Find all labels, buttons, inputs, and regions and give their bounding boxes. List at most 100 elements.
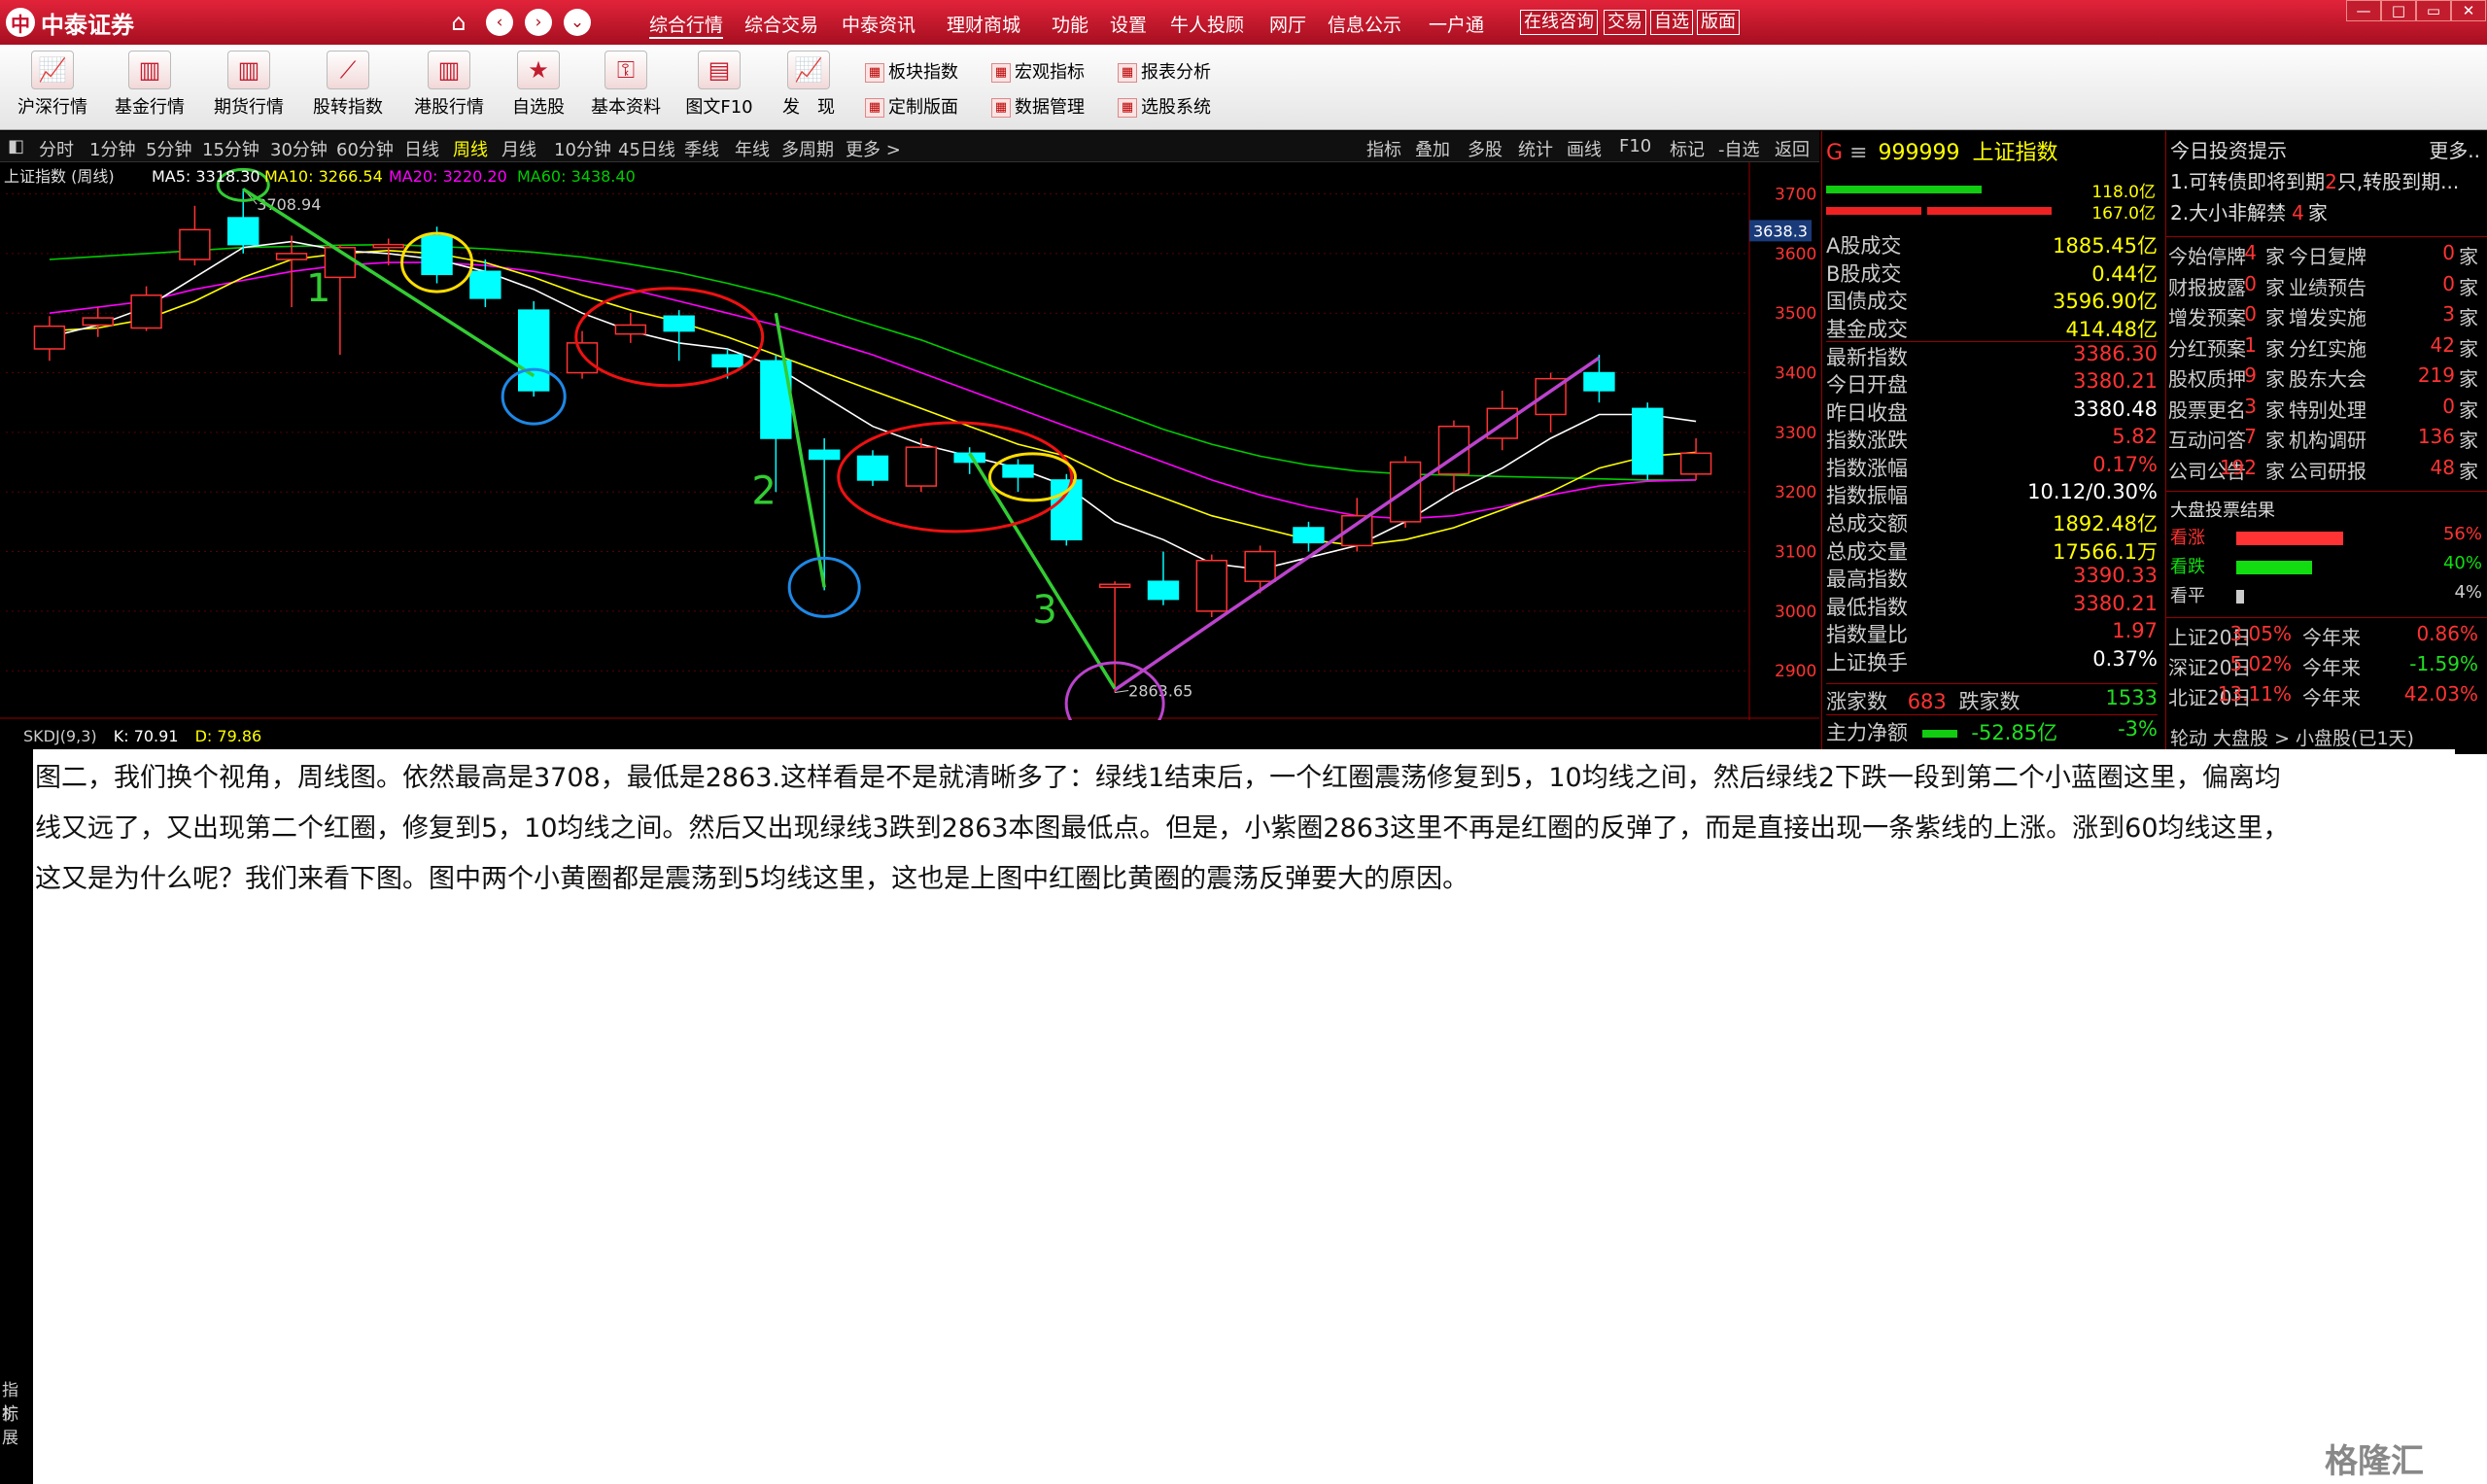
restore-icon[interactable]: □	[2381, 0, 2416, 21]
candle[interactable]	[663, 310, 695, 362]
top-button[interactable]: 版面	[1697, 10, 1740, 35]
chart-tool-button[interactable]: -自选	[1718, 136, 1760, 161]
toolbar-small-button[interactable]: ▦ 板块指数	[865, 58, 958, 84]
candle[interactable]	[1486, 390, 1518, 451]
menu-item[interactable]: 功能	[1052, 11, 1088, 37]
period-tab[interactable]: 45日线	[618, 136, 675, 161]
menu-item[interactable]: 中泰资讯	[842, 11, 915, 37]
candle[interactable]	[614, 313, 647, 343]
toolbar-button[interactable]: ⟋ 股转指数	[307, 51, 389, 119]
panel-toggle-icon[interactable]: ◧	[8, 136, 24, 156]
period-tab[interactable]: 30分钟	[270, 136, 328, 161]
toolbar-button[interactable]: 📈 发 现	[768, 51, 849, 119]
toolbar-small-button[interactable]: ▦ 定制版面	[865, 93, 958, 119]
stat-row[interactable]: 分红预案 1 家分红实施 42 家	[2166, 333, 2482, 362]
forward-icon[interactable]: ›	[525, 9, 552, 36]
candle[interactable]	[82, 307, 114, 337]
candle-body	[1051, 479, 1083, 541]
stat-row[interactable]: 今始停牌 4 家今日复牌 0 家	[2166, 241, 2482, 270]
stat-row[interactable]: 增发预案 0 家增发实施 3 家	[2166, 302, 2482, 331]
toolbar-small-button[interactable]: ▦ 宏观指标	[991, 58, 1085, 84]
candle[interactable]	[1244, 545, 1276, 594]
menu-item[interactable]: 信息公示	[1328, 11, 1401, 37]
toolbar-button[interactable]: ▥ 期货行情	[208, 51, 290, 119]
toolbar-button[interactable]: ★ 自选股	[498, 51, 579, 119]
back-icon[interactable]: ‹	[486, 9, 513, 36]
period-tab[interactable]: 多周期	[781, 136, 834, 161]
period-tab[interactable]: 月线	[501, 136, 536, 161]
menu-item[interactable]: 网厅	[1269, 11, 1306, 37]
stat-row[interactable]: 股票更名 3 家特别处理 0 家	[2166, 395, 2482, 424]
more-link[interactable]: 更多..	[2429, 135, 2480, 163]
candle[interactable]	[33, 316, 66, 362]
toolbar-small-button[interactable]: ▦ 选股系统	[1118, 93, 1211, 119]
candle[interactable]	[1098, 581, 1131, 693]
chart-tool-button[interactable]: 统计	[1518, 136, 1553, 161]
brand-name: 中泰证券	[41, 11, 134, 39]
toolbar-button[interactable]: ▥ 基金行情	[109, 51, 190, 119]
toolbar-button[interactable]: ⚿ 基本资料	[585, 51, 667, 119]
period-tab[interactable]: 季线	[684, 136, 719, 161]
candle[interactable]	[1051, 473, 1083, 546]
toolbar-button[interactable]: ▥ 港股行情	[408, 51, 490, 119]
period-tab[interactable]: 1分钟	[89, 136, 135, 161]
minimize-icon[interactable]: —	[2346, 0, 2381, 21]
weekly-kline-chart[interactable]: 3700 3600 3500 3400 3300 3200 3100 3000 2900 3638…	[0, 162, 1819, 720]
period-tab[interactable]: 60分钟	[336, 136, 394, 161]
period-tab[interactable]: 更多 >	[846, 136, 901, 161]
candle[interactable]	[130, 286, 162, 331]
home-icon[interactable]: ⌂	[445, 9, 472, 36]
menu-item[interactable]: 牛人投顾	[1170, 11, 1244, 37]
top-button[interactable]: 自选	[1650, 10, 1693, 35]
candle[interactable]	[1195, 554, 1227, 617]
candle[interactable]	[1147, 551, 1180, 605]
candle[interactable]	[372, 238, 404, 266]
toolbar-button[interactable]: 📈 沪深行情	[12, 51, 93, 119]
period-tab[interactable]: 年线	[735, 136, 770, 161]
menu-item[interactable]: 设置	[1110, 11, 1147, 37]
candle[interactable]	[1535, 372, 1567, 432]
period-tab[interactable]: 分时	[39, 136, 74, 161]
top-button[interactable]: 在线咨询	[1520, 10, 1598, 35]
candle[interactable]	[1583, 355, 1615, 403]
stat-row[interactable]: 互动问答 7 家机构调研 136 家	[2166, 425, 2482, 454]
menu-item[interactable]: 理财商城	[947, 11, 1020, 37]
period-tab[interactable]: 日线	[404, 136, 439, 161]
toolbar-small-button[interactable]: ▦ 数据管理	[991, 93, 1085, 119]
toolbar-small-button[interactable]: ▦ 报表分析	[1118, 58, 1211, 84]
candle[interactable]	[179, 205, 211, 266]
chart-tool-button[interactable]: 多股	[1468, 136, 1503, 161]
tip-item[interactable]: 2.大小非解禁 4 家	[2170, 197, 2486, 226]
candle[interactable]	[1002, 459, 1034, 493]
candle[interactable]	[1293, 521, 1325, 552]
period-tab[interactable]: 15分钟	[202, 136, 259, 161]
maximize-icon[interactable]: ▭	[2416, 0, 2451, 21]
menu-item[interactable]: 综合交易	[744, 11, 818, 37]
menu-item[interactable]: 综合行情	[649, 11, 724, 39]
candle[interactable]	[1679, 438, 1712, 480]
close-icon[interactable]: ✕	[2451, 0, 2486, 21]
stat-row[interactable]: 公司公告 192 家公司研报 48 家	[2166, 456, 2482, 485]
dropdown-icon[interactable]: ⌄	[564, 9, 591, 36]
tip-item[interactable]: 1.可转债即将到期2只,转股到期...	[2170, 166, 2486, 195]
period-tab[interactable]: 5分钟	[146, 136, 191, 161]
chart-tool-button[interactable]: 返回	[1775, 136, 1810, 161]
candle[interactable]	[856, 450, 889, 487]
candle[interactable]	[518, 300, 550, 397]
stat-row[interactable]: 股权质押 9 家股东大会 219 家	[2166, 363, 2482, 393]
period-tab[interactable]: 10分钟	[554, 136, 611, 161]
chart-tool-button[interactable]: 画线	[1567, 136, 1602, 161]
period-tab[interactable]: 周线	[453, 136, 488, 161]
top-button[interactable]: 交易	[1604, 10, 1646, 35]
candle[interactable]	[1632, 402, 1664, 480]
chart-tool-button[interactable]: 指标	[1366, 136, 1401, 161]
toolbar-button[interactable]: ▤ 图文F10	[678, 51, 760, 119]
extend-tab[interactable]: 扩展	[2, 1399, 33, 1448]
menu-item[interactable]: 一户通	[1429, 11, 1484, 37]
stat-row[interactable]: 财报披露 0 家业绩预告 0 家	[2166, 272, 2482, 301]
candle[interactable]	[808, 438, 841, 591]
main-toolbar: 📈 沪深行情 ▥ 基金行情 ▥ 期货行情 ⟋ 股转指数 ▥ 港股行情 ★ 自选股 ⚿ 基本资料 ▤ 图文F10…	[0, 45, 2487, 130]
chart-tool-button[interactable]: 标记	[1670, 136, 1705, 161]
chart-tool-button[interactable]: 叠加	[1415, 136, 1450, 161]
chart-tool-button[interactable]: F10	[1619, 136, 1651, 156]
